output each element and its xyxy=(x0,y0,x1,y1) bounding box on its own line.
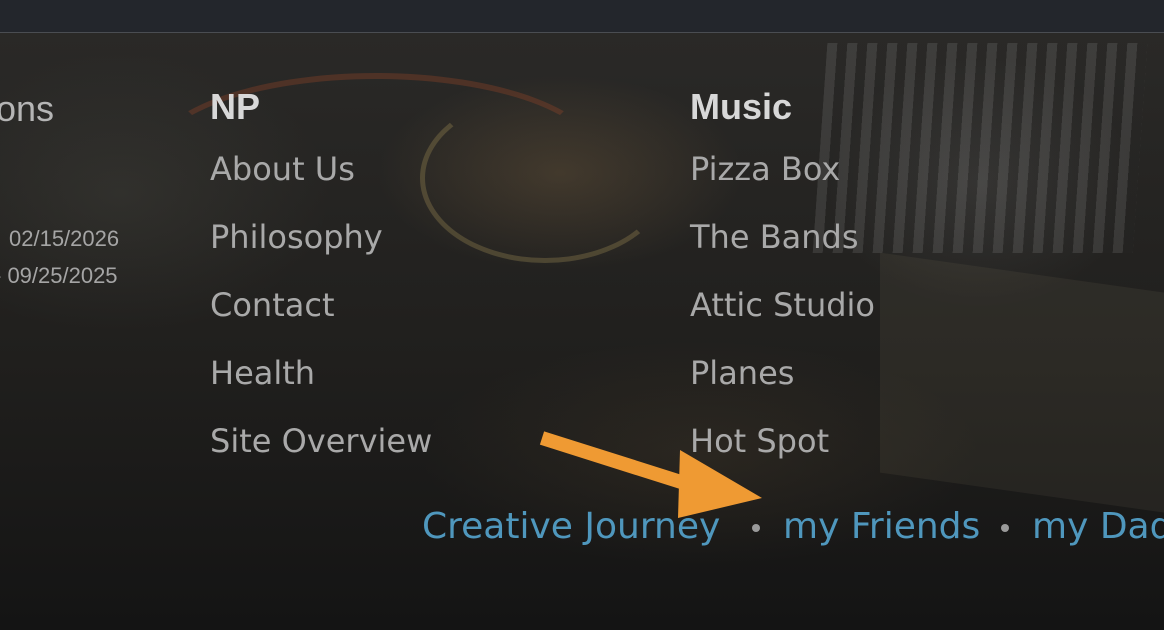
background-board xyxy=(880,252,1164,514)
footer-link-pizza-box[interactable]: Pizza Box xyxy=(690,150,840,188)
background-wire xyxy=(420,93,670,263)
separator-dot xyxy=(752,524,760,532)
date-text: - 09/25/2025 xyxy=(0,263,118,288)
browser-top-bar xyxy=(0,0,1164,33)
left-column-heading: ons xyxy=(0,88,55,129)
np-column-heading: NP xyxy=(210,86,261,127)
footer-link-site-overview[interactable]: Site Overview xyxy=(210,422,432,460)
music-column-heading: Music xyxy=(690,86,793,127)
footer-link-the-bands[interactable]: The Bands xyxy=(690,218,859,256)
background-heatsink xyxy=(812,43,1148,253)
footer-link-contact[interactable]: Contact xyxy=(210,286,335,324)
footer-link-planes[interactable]: Planes xyxy=(690,354,794,392)
footer-link-about-us[interactable]: About Us xyxy=(210,150,355,188)
date-text: 02/15/2026 xyxy=(9,226,120,251)
bottom-link-my-friends[interactable]: my Friends xyxy=(783,506,980,547)
bottom-link-my-dad[interactable]: my Dad xyxy=(1032,506,1164,547)
footer-link-attic-studio[interactable]: Attic Studio xyxy=(690,286,875,324)
separator-dot xyxy=(1001,524,1009,532)
footer-link-health[interactable]: Health xyxy=(210,354,315,392)
footer-link-philosophy[interactable]: Philosophy xyxy=(210,218,383,256)
bottom-link-creative-journey[interactable]: Creative Journey xyxy=(422,506,720,547)
